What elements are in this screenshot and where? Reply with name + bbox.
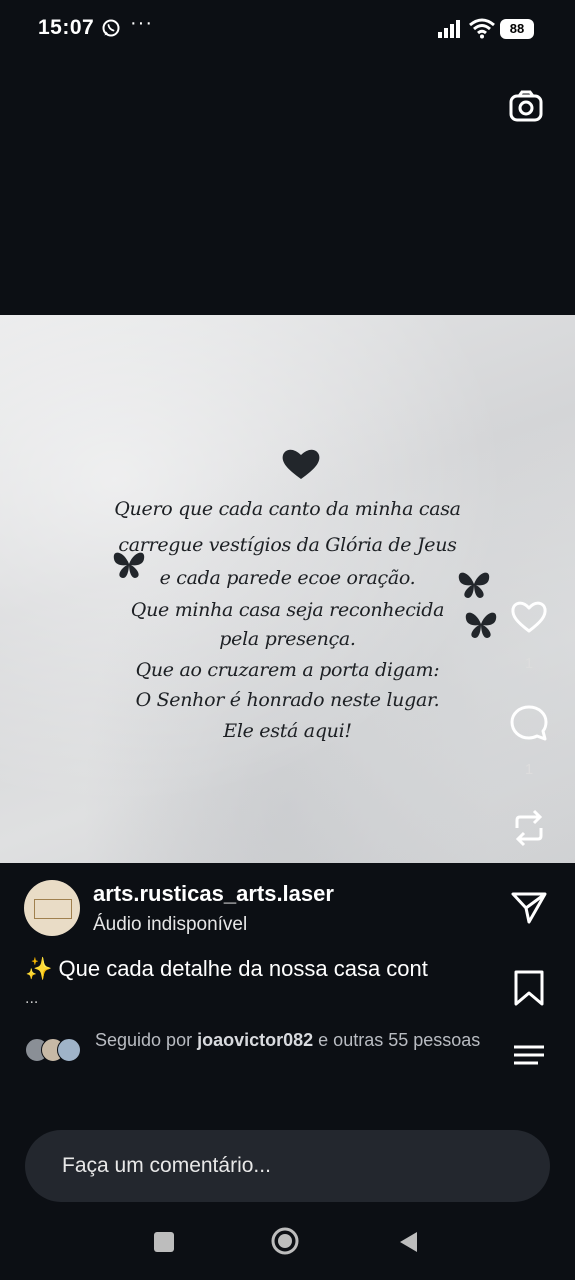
followed-user: joaovictor082 bbox=[197, 1030, 314, 1050]
repost-icon[interactable] bbox=[509, 808, 549, 848]
likes-count: 1 bbox=[524, 655, 534, 672]
comment-bubble-icon[interactable] bbox=[509, 703, 549, 743]
comment-input[interactable]: Faça um comentário... bbox=[62, 1154, 271, 1178]
avatar-logo bbox=[34, 899, 72, 919]
post-image[interactable]: Quero que cada canto da minha casa carre… bbox=[0, 315, 575, 863]
more-notifications-icon: ··· bbox=[130, 12, 153, 34]
share-send-icon[interactable] bbox=[509, 888, 549, 928]
whatsapp-icon bbox=[102, 19, 120, 37]
recent-apps-button[interactable] bbox=[154, 1232, 174, 1252]
poem-line: Quero que cada canto da minha casa bbox=[114, 498, 461, 520]
butterfly-decoration-icon bbox=[465, 612, 497, 638]
comments-count: 1 bbox=[524, 761, 534, 778]
poem-line: Que ao cruzarem a porta digam: bbox=[135, 659, 440, 681]
wifi-icon bbox=[469, 18, 495, 39]
author-username[interactable]: arts.rusticas_arts.laser bbox=[93, 881, 334, 907]
author-avatar[interactable] bbox=[24, 880, 80, 936]
camera-icon[interactable] bbox=[508, 88, 544, 124]
butterfly-decoration-icon bbox=[458, 572, 490, 598]
follower-avatar bbox=[57, 1038, 81, 1062]
audio-label[interactable]: Áudio indisponível bbox=[93, 914, 247, 936]
signal-icon bbox=[438, 20, 460, 38]
like-heart-icon[interactable] bbox=[509, 597, 549, 637]
poem-line: O Senhor é honrado neste lugar. bbox=[135, 689, 440, 711]
followed-suffix: e outras 55 pessoas bbox=[318, 1030, 481, 1050]
caption-more[interactable]: ... bbox=[25, 990, 38, 1008]
back-button[interactable] bbox=[397, 1230, 419, 1254]
home-button[interactable] bbox=[271, 1227, 299, 1255]
heart-decoration-icon bbox=[282, 449, 320, 479]
followed-prefix: Seguido por bbox=[95, 1030, 193, 1050]
comment-box[interactable]: Faça um comentário... bbox=[25, 1130, 550, 1202]
butterfly-decoration-icon bbox=[113, 552, 145, 578]
followed-by-text[interactable]: Seguido por joaovictor082 e outras 55 pe… bbox=[95, 1028, 485, 1052]
follower-avatars bbox=[25, 1038, 87, 1062]
poem-line: carregue vestígios da Glória de Jeus bbox=[118, 534, 457, 556]
battery-indicator: 88 bbox=[500, 19, 534, 39]
menu-lines-icon[interactable] bbox=[509, 1035, 549, 1075]
caption-text[interactable]: ✨ Que cada detalhe da nossa casa cont bbox=[25, 956, 428, 982]
poem-line: Ele está aqui! bbox=[223, 720, 352, 742]
status-time: 15:07 bbox=[38, 16, 95, 39]
save-bookmark-icon[interactable] bbox=[509, 968, 549, 1008]
